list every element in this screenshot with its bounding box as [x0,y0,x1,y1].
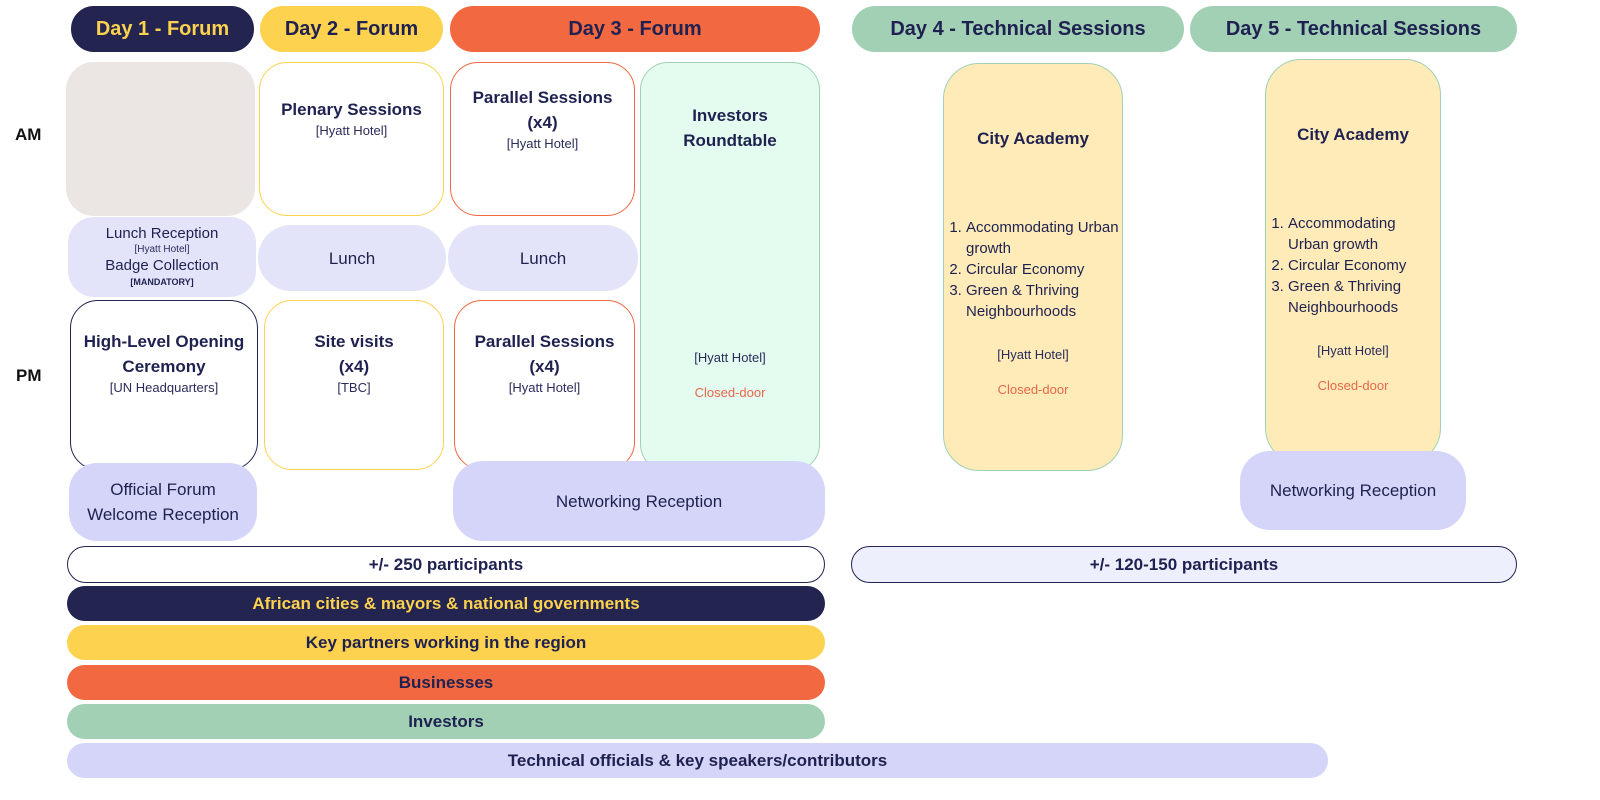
day-2-header: Day 2 - Forum [260,6,443,52]
day-3-am-parallel-sessions: Parallel Sessions (x4) [Hyatt Hotel] [450,62,635,216]
pm-parallel-sessions-venue: [Hyatt Hotel] [508,380,581,395]
am-parallel-sessions-title-line1: Parallel Sessions [472,88,613,107]
day-4-topic-item: Accommodating Urban growth [966,217,1122,259]
investors-roundtable-venue: [Hyatt Hotel] [694,350,766,365]
day-5-networking-reception: Networking Reception [1240,451,1466,530]
day-4-city-academy: City Academy Accommodating Urban growth … [943,63,1123,471]
day-3-networking-reception: Networking Reception [453,461,825,541]
day-5-header: Day 5 - Technical Sessions [1190,6,1517,52]
site-visits-title-line2: (x4) [338,357,370,376]
badge-collection-label: Badge Collection [105,257,219,274]
day-4-topic-item: Circular Economy [966,259,1122,280]
day-5-topics-list: Accommodating Urban growth Circular Econ… [1266,213,1440,318]
pm-label: PM [16,366,42,385]
day-3-pm-parallel-sessions: Parallel Sessions (x4) [Hyatt Hotel] [454,300,635,470]
am-label: AM [15,125,42,144]
day-4-topic-item: Green & Thriving Neighbourhoods [966,280,1122,322]
opening-ceremony-title-line1: High-Level Opening [83,332,245,351]
day-1-opening-ceremony: High-Level Opening Ceremony [UN Headquar… [70,300,258,470]
day-2-lunch: Lunch [258,225,446,291]
day-5-topic-item: Accommodating Urban growth [1288,213,1440,255]
day-5-topic-item: Green & Thriving Neighbourhoods [1288,276,1440,318]
lunch-reception-venue: [Hyatt Hotel] [134,244,190,255]
pm-parallel-sessions-title-line1: Parallel Sessions [474,332,615,351]
day-4-academy-title: City Academy [977,129,1089,148]
day-1-am-empty-slot [66,62,255,216]
day-5-academy-venue: [Hyatt Hotel] [1317,343,1389,358]
day-1-lunch-reception: Lunch Reception [Hyatt Hotel] Badge Coll… [68,217,256,297]
investors-roundtable-title-line2: Roundtable [683,131,777,150]
plenary-sessions-title: Plenary Sessions [281,100,422,119]
day-4-topics-list: Accommodating Urban growth Circular Econ… [944,217,1122,322]
lunch-reception-label: Lunch Reception [105,225,219,242]
day-1-header: Day 1 - Forum [71,6,254,52]
audience-band-businesses: Businesses [67,665,825,700]
day-3-investors-roundtable: Investors Roundtable [Hyatt Hotel] Close… [640,62,820,472]
day-5-topic-item: Circular Economy [1288,255,1440,276]
day-5-academy-status: Closed-door [1317,378,1389,393]
welcome-reception-line2: Welcome Reception [87,505,239,524]
opening-ceremony-title-line2: Ceremony [122,357,206,376]
day-5-city-academy: City Academy Accommodating Urban growth … [1265,59,1441,464]
day-3-header: Day 3 - Forum [450,6,820,52]
day-3-lunch: Lunch [448,225,638,291]
technical-participants-badge: +/- 120-150 participants [851,546,1517,583]
investors-roundtable-status: Closed-door [694,385,766,400]
day-1-welcome-reception: Official Forum Welcome Reception [69,463,257,541]
audience-band-technical-officials: Technical officials & key speakers/contr… [67,743,1328,778]
forum-participants-badge: +/- 250 participants [67,546,825,583]
day-2-site-visits: Site visits (x4) [TBC] [264,300,444,470]
site-visits-venue: [TBC] [337,380,371,395]
opening-ceremony-venue: [UN Headquarters] [109,380,219,395]
day-2-plenary-sessions: Plenary Sessions [Hyatt Hotel] [259,62,444,216]
day-4-header: Day 4 - Technical Sessions [852,6,1184,52]
plenary-sessions-venue: [Hyatt Hotel] [315,123,388,138]
audience-band-investors: Investors [67,704,825,739]
audience-band-key-partners: Key partners working in the region [67,625,825,660]
day-4-academy-status: Closed-door [997,382,1069,397]
day-5-academy-title: City Academy [1297,125,1409,144]
am-parallel-sessions-venue: [Hyatt Hotel] [506,136,579,151]
day-4-academy-venue: [Hyatt Hotel] [997,347,1069,362]
site-visits-title-line1: Site visits [314,332,394,351]
audience-band-cities-governments: African cities & mayors & national gover… [67,586,825,621]
welcome-reception-line1: Official Forum [110,480,216,499]
pm-parallel-sessions-title-line2: (x4) [529,357,560,376]
investors-roundtable-title-line1: Investors [692,106,768,125]
am-parallel-sessions-title-line2: (x4) [527,113,558,132]
badge-collection-note: [MANDATORY] [130,277,194,287]
